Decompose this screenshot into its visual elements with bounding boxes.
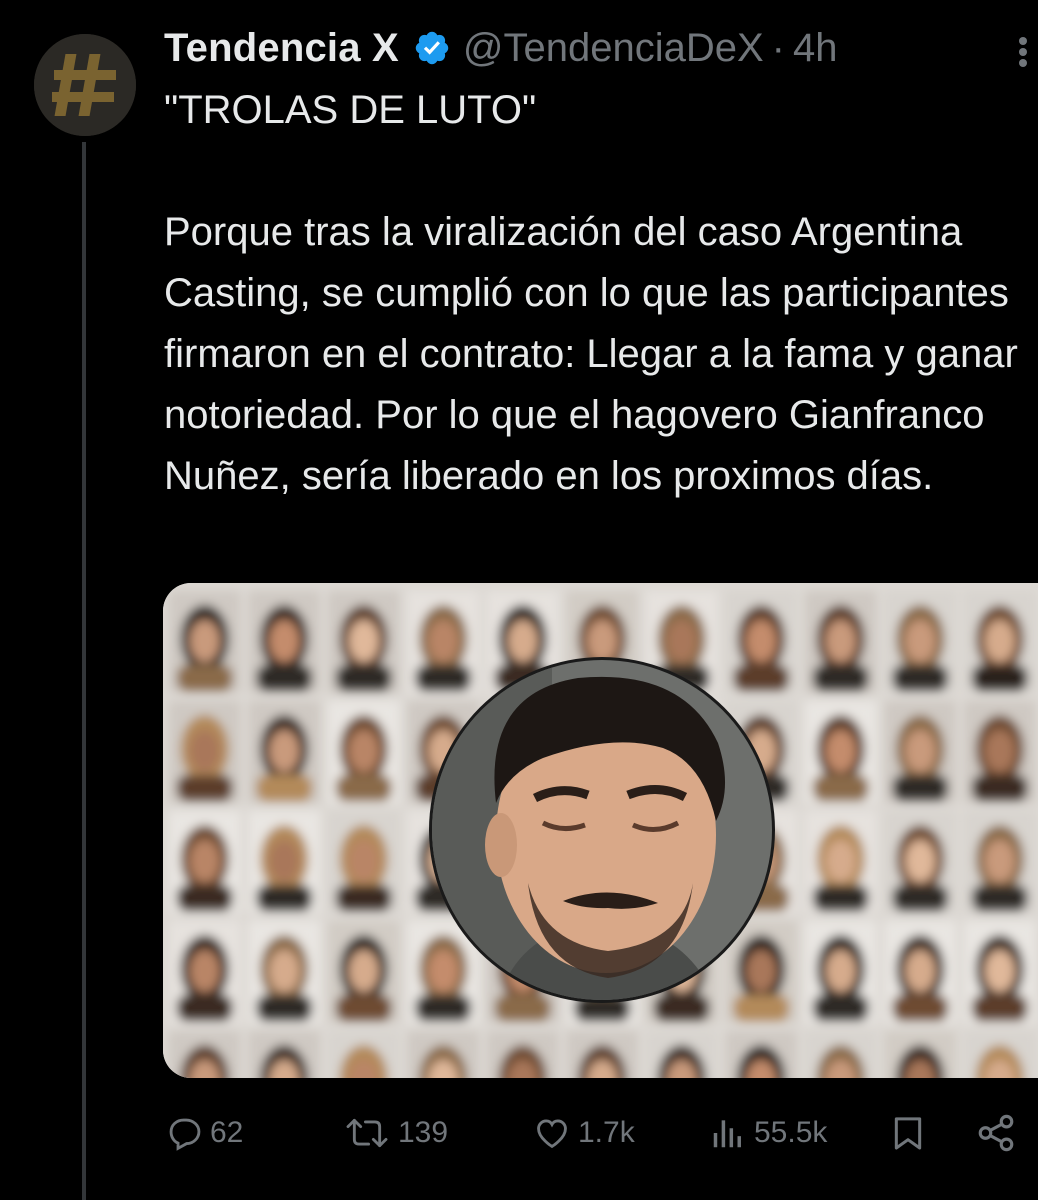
retweet-button[interactable]: 139 [342,1108,448,1158]
verified-badge-icon [413,29,451,67]
like-button[interactable]: 1.7k [532,1108,635,1158]
share-button[interactable] [974,1108,1018,1158]
tweet-text: "TROLAS DE LUTO" Porque tras la viraliza… [164,88,1018,498]
tweet-media-image[interactable] [163,583,1038,1078]
reply-icon [169,1118,201,1151]
tweet-header: Tendencia X @TendenciaDeX · 4h [164,22,837,74]
tweet-timestamp[interactable]: 4h [793,26,838,71]
reply-button[interactable]: 62 [166,1108,243,1158]
author-avatar[interactable] [34,34,136,136]
like-count: 1.7k [578,1116,635,1149]
tweet-actions-bar: 62 139 1.7k 55.5k [0,1108,1038,1158]
more-options-icon[interactable] [1008,32,1038,72]
author-handle[interactable]: @TendenciaDeX [463,26,764,71]
views-button[interactable]: 55.5k [708,1108,827,1158]
retweet-count: 139 [398,1116,449,1149]
bookmark-icon [894,1117,922,1150]
author-display-name[interactable]: Tendencia X [164,26,399,71]
header-separator: · [771,25,785,70]
views-chart-icon [713,1120,741,1148]
retweet-icon [346,1118,388,1148]
reply-count: 62 [210,1116,244,1149]
heart-icon [537,1119,567,1149]
share-icon [978,1114,1014,1152]
bookmark-button[interactable] [888,1108,928,1158]
hashtag-icon [34,34,136,136]
views-count: 55.5k [754,1116,828,1149]
thread-line [82,142,86,1200]
